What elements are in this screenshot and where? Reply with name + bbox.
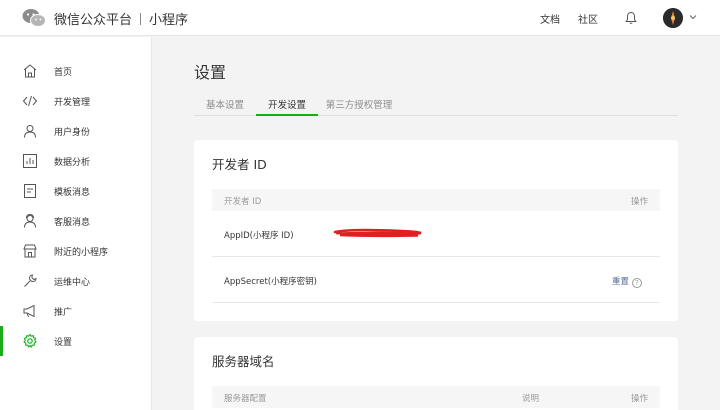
docs-link[interactable]: 文档 — [540, 11, 560, 26]
sidebar-item-ops-center[interactable]: 运维中心 — [0, 266, 151, 296]
sidebar-item-label: 设置 — [54, 338, 73, 348]
user-avatar[interactable] — [663, 8, 683, 28]
store-icon — [23, 244, 37, 258]
user-icon — [24, 125, 36, 138]
sidebar-item-label: 数据分析 — [54, 158, 91, 168]
sidebar-item-label: 开发管理 — [54, 98, 91, 108]
column-header-server-config: 服务器配置 — [224, 394, 267, 404]
sidebar-item-label: 用户身份 — [54, 128, 91, 138]
table-row-appid: AppID(小程序 ID) — [212, 211, 660, 257]
tab-third-party-auth[interactable]: 第三方授权管理 — [318, 92, 400, 116]
help-icon[interactable]: ? — [632, 278, 642, 288]
brand-product-name: 小程序 — [149, 13, 189, 28]
wrench-icon — [24, 274, 37, 287]
redacted-appid-value — [333, 228, 422, 238]
card-title: 开发者 ID — [212, 157, 267, 172]
wechat-logo-icon[interactable] — [22, 8, 46, 28]
sidebar-item-promotion[interactable]: 推广 — [0, 296, 151, 326]
avatar-image-icon — [663, 8, 683, 28]
gear-icon — [23, 333, 37, 348]
sidebar-item-customer-service[interactable]: 客服消息 — [0, 206, 151, 236]
active-indicator — [0, 326, 3, 356]
top-header: 微信公众平台 小程序 文档 社区 — [0, 0, 720, 36]
sidebar: 首页 开发管理 用户身份 数据分析 模板消息 客服消息 附近的小程序 运维中心 … — [0, 37, 152, 410]
column-header-developer-id: 开发者 ID — [224, 197, 262, 207]
sidebar-item-label: 模板消息 — [54, 188, 91, 198]
column-header-description: 说明 — [522, 394, 540, 404]
document-icon — [24, 184, 36, 198]
card-title: 服务器域名 — [212, 354, 275, 369]
reset-label: 重置 — [611, 277, 629, 287]
home-icon — [23, 64, 37, 78]
reset-secret-button[interactable]: 重置? — [612, 275, 642, 288]
chevron-down-icon[interactable] — [689, 13, 697, 21]
column-header-action: 操作 — [630, 197, 648, 207]
brand-divider — [140, 13, 142, 25]
brand-platform-name: 微信公众平台 — [54, 13, 133, 28]
code-icon — [22, 95, 38, 107]
server-domain-card: 服务器域名 服务器配置 说明 操作 — [194, 337, 678, 410]
sidebar-item-dev-management[interactable]: 开发管理 — [0, 86, 151, 116]
column-header-action: 操作 — [630, 394, 648, 404]
sidebar-item-label: 运维中心 — [54, 278, 91, 288]
tab-dev-settings[interactable]: 开发设置 — [256, 92, 318, 116]
sidebar-item-label: 推广 — [54, 308, 73, 318]
sidebar-item-home[interactable]: 首页 — [0, 56, 151, 86]
sidebar-item-nearby-miniprogram[interactable]: 附近的小程序 — [0, 236, 151, 266]
brand-title[interactable]: 微信公众平台 小程序 — [54, 9, 188, 28]
settings-tabs: 基本设置 开发设置 第三方授权管理 — [194, 92, 678, 116]
appsecret-label: AppSecret(小程序密钥) — [224, 277, 317, 287]
table-row-appsecret: AppSecret(小程序密钥) 重置? — [212, 257, 660, 303]
chart-icon — [23, 154, 37, 168]
headset-user-icon — [24, 213, 36, 228]
table-header: 服务器配置 说明 操作 — [212, 386, 660, 408]
sidebar-item-label: 首页 — [54, 68, 73, 78]
appid-label: AppID(小程序 ID) — [224, 231, 294, 241]
sidebar-item-label: 客服消息 — [54, 218, 91, 228]
tab-basic-settings[interactable]: 基本设置 — [194, 92, 256, 116]
sidebar-item-label: 附近的小程序 — [54, 248, 109, 258]
megaphone-icon — [23, 304, 35, 318]
sidebar-item-template-message[interactable]: 模板消息 — [0, 176, 151, 206]
page-title: 设置 — [194, 63, 227, 82]
sidebar-item-settings[interactable]: 设置 — [0, 326, 151, 356]
community-link[interactable]: 社区 — [578, 11, 598, 26]
bell-icon[interactable] — [624, 11, 638, 25]
developer-id-card: 开发者 ID 开发者 ID 操作 AppID(小程序 ID) AppSecret… — [194, 140, 678, 321]
sidebar-item-data-analysis[interactable]: 数据分析 — [0, 146, 151, 176]
table-header: 开发者 ID 操作 — [212, 189, 660, 211]
sidebar-item-user-identity[interactable]: 用户身份 — [0, 116, 151, 146]
